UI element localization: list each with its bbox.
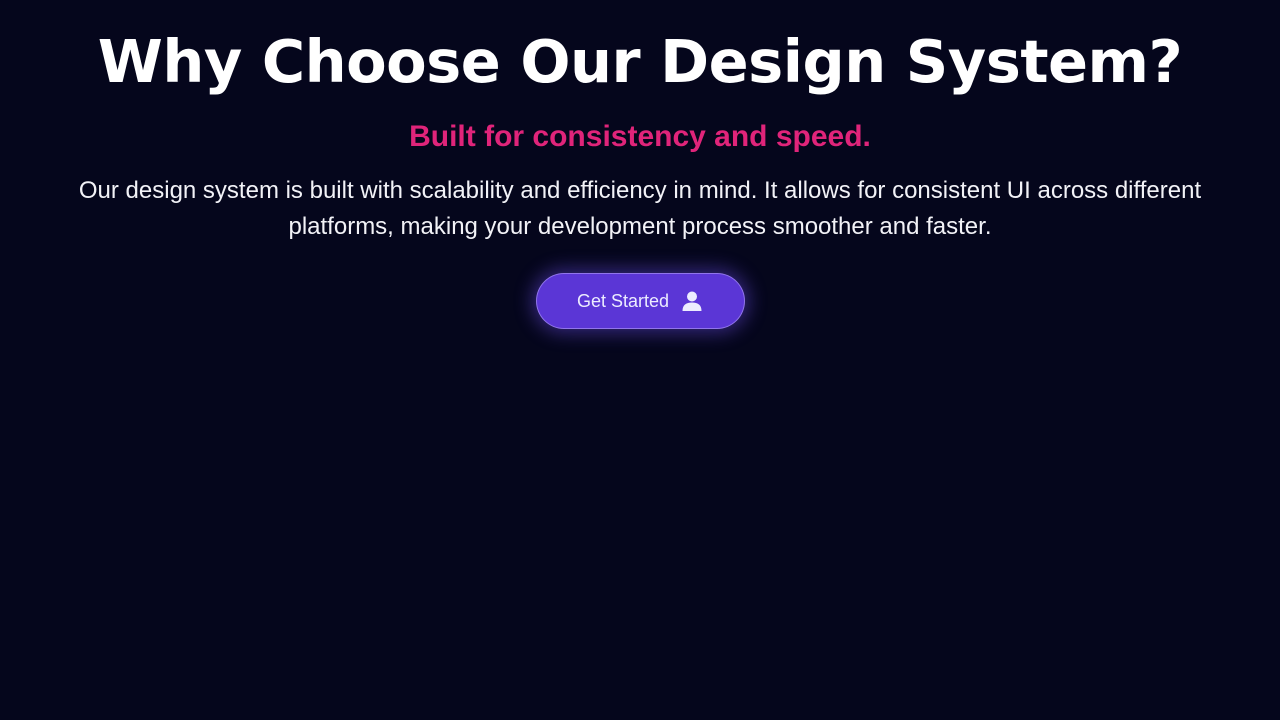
hero-section: Why Choose Our Design System? Built for … <box>0 0 1280 720</box>
get-started-label: Get Started <box>576 290 670 311</box>
page-title: Why Choose Our Design System? <box>97 27 1183 96</box>
cta-container: Get Started <box>0 273 1280 329</box>
page-subtitle: Built for consistency and speed. <box>409 120 871 153</box>
user-icon <box>681 290 703 312</box>
page-description: Our design system is built with scalabil… <box>78 177 1202 240</box>
get-started-button[interactable]: Get Started <box>535 273 745 329</box>
